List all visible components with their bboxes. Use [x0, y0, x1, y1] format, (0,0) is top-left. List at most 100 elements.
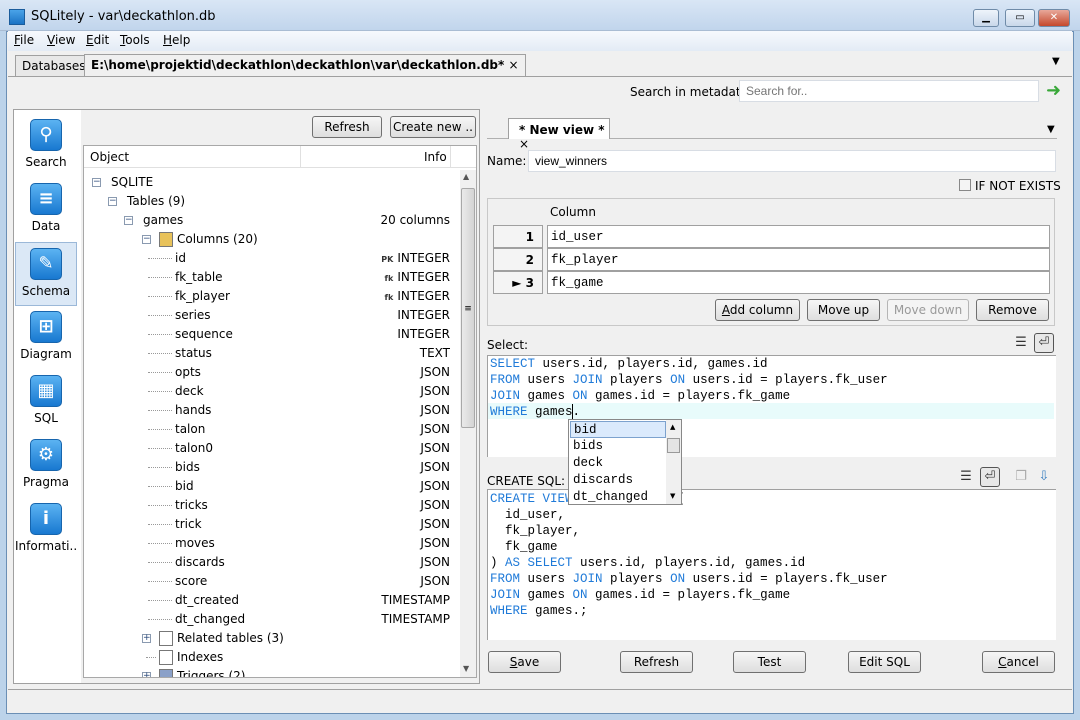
sidebar-item-informati[interactable]: i Informati.. [15, 498, 77, 562]
row-number[interactable]: 1 [493, 225, 543, 248]
autocomplete-item[interactable]: dt_changed [570, 489, 666, 506]
menu-edit[interactable]: Edit [86, 33, 109, 47]
tree-row[interactable]: series INTEGER [84, 306, 462, 325]
autocomplete-item[interactable]: deck [570, 455, 666, 472]
editor-tabs-dropdown-icon[interactable]: ▼ [1047, 124, 1055, 135]
tab-databases[interactable]: Databases [15, 55, 93, 77]
sidebar-item-schema[interactable]: ✎ Schema [15, 242, 77, 306]
tree-row[interactable]: sequence INTEGER [84, 325, 462, 344]
maximize-button[interactable]: ▭ [1005, 9, 1035, 27]
autocomplete-scrollbar[interactable]: ▲ ▼ [666, 420, 681, 504]
create-new-button[interactable]: Create new .. [390, 116, 476, 138]
column-type: TIMESTAMP [381, 612, 450, 626]
tree-row[interactable]: fk_table fk INTEGER [84, 268, 462, 287]
save-button[interactable]: Save [488, 651, 561, 673]
refresh-button[interactable]: Refresh [620, 651, 693, 673]
refresh-schema-button[interactable]: Refresh [312, 116, 382, 138]
tree-row[interactable]: Indexes [84, 648, 462, 667]
tree-row[interactable]: dt_changed TIMESTAMP [84, 610, 462, 629]
line-numbers-icon[interactable]: ☰ [1011, 333, 1031, 353]
tab-new-view[interactable]: * New view * × [508, 118, 610, 151]
tree-row[interactable]: id PK INTEGER [84, 249, 462, 268]
sidebar-item-search[interactable]: ⚲ Search [15, 114, 77, 178]
cancel-button[interactable]: Cancel [982, 651, 1055, 673]
autocomplete-item[interactable]: discards [570, 472, 666, 489]
expand-toggle-icon[interactable]: − [142, 235, 151, 244]
tree-item-info: TIMESTAMP [381, 593, 450, 607]
copy-icon[interactable]: ❐ [1011, 467, 1031, 487]
tree-row[interactable]: talon0 JSON [84, 439, 462, 458]
tree-row[interactable]: − SQLITE [84, 173, 462, 192]
sidebar-item-sql[interactable]: ▦ SQL [15, 370, 77, 434]
tree-row[interactable]: − Columns (20) [84, 230, 462, 249]
tabs-dropdown-icon[interactable]: ▼ [1052, 56, 1060, 67]
tree-row[interactable]: moves JSON [84, 534, 462, 553]
schema-tree[interactable]: Object Info − SQLITE − Tables (9) − games 20 c… [83, 145, 477, 678]
sidebar-item-pragma[interactable]: ⚙ Pragma [15, 434, 77, 498]
sidebar-item-data[interactable]: ≡ Data [15, 178, 77, 242]
menu-file[interactable]: File [14, 33, 34, 47]
scroll-down-icon[interactable]: ▼ [670, 492, 675, 500]
edit-sql-button[interactable]: Edit SQL [848, 651, 921, 673]
save-sql-icon[interactable]: ⇩ [1034, 467, 1054, 487]
column-name-cell[interactable]: fk_game [547, 271, 1050, 294]
remove-button[interactable]: Remove [976, 299, 1049, 321]
column-name-cell[interactable]: fk_player [547, 248, 1050, 271]
tree-row[interactable]: dt_created TIMESTAMP [84, 591, 462, 610]
menu-help[interactable]: Help [163, 33, 190, 47]
tree-scrollbar[interactable]: ▲ ≡ ▼ [460, 170, 476, 677]
search-go-icon[interactable]: ➜ [1046, 80, 1061, 101]
expand-toggle-icon[interactable]: − [92, 178, 101, 187]
close-tab-icon[interactable]: × [519, 137, 529, 151]
close-tab-icon[interactable]: × [508, 58, 518, 72]
tree-row[interactable]: status TEXT [84, 344, 462, 363]
autocomplete-item[interactable]: bids [570, 438, 666, 455]
expand-toggle-icon[interactable]: − [124, 216, 133, 225]
menu-view[interactable]: View [47, 33, 75, 47]
tree-row[interactable]: + Triggers (2) [84, 667, 462, 677]
scroll-up-icon[interactable]: ▲ [670, 423, 675, 431]
tab-database-file[interactable]: E:\home\projektid\deckathlon\deckathlon\… [84, 54, 526, 77]
tree-row[interactable]: − games 20 columns [84, 211, 462, 230]
close-button[interactable]: ✕ [1038, 9, 1070, 27]
tree-row[interactable]: hands JSON [84, 401, 462, 420]
tree-row[interactable]: + Related tables (3) [84, 629, 462, 648]
view-name-input[interactable] [528, 150, 1056, 172]
sidebar-item-diagram[interactable]: ⊞ Diagram [15, 306, 77, 370]
move-up-button[interactable]: Move up [807, 299, 880, 321]
autocomplete-popup[interactable]: bid bids deck discards dt_changed ▲ ▼ [568, 419, 682, 505]
expand-toggle-icon[interactable]: + [142, 672, 151, 677]
add-column-button[interactable]: Add column [715, 299, 800, 321]
row-number[interactable]: ► 3 [493, 271, 543, 294]
scroll-down-icon[interactable]: ▼ [463, 664, 469, 673]
tree-row[interactable]: discards JSON [84, 553, 462, 572]
tree-row[interactable]: deck JSON [84, 382, 462, 401]
tree-row[interactable]: bids JSON [84, 458, 462, 477]
tree-row[interactable]: trick JSON [84, 515, 462, 534]
create-sql-editor[interactable]: CREATE VIEW view_winners ( id_user, fk_p… [487, 489, 1056, 640]
tree-row[interactable]: talon JSON [84, 420, 462, 439]
if-not-exists-checkbox[interactable] [959, 179, 971, 191]
tree-row[interactable]: score JSON [84, 572, 462, 591]
search-input[interactable] [739, 80, 1039, 102]
line-numbers-icon[interactable]: ☰ [956, 467, 976, 487]
tree-row[interactable]: tricks JSON [84, 496, 462, 515]
minimize-button[interactable]: ▁ [973, 9, 999, 27]
tree-row[interactable]: opts JSON [84, 363, 462, 382]
test-button[interactable]: Test [733, 651, 806, 673]
autocomplete-item[interactable]: bid [570, 421, 666, 438]
word-wrap-icon[interactable]: ⏎ [1034, 333, 1054, 353]
expand-toggle-icon[interactable]: + [142, 634, 151, 643]
tree-row[interactable]: fk_player fk INTEGER [84, 287, 462, 306]
tree-row[interactable]: bid JSON [84, 477, 462, 496]
scroll-thumb[interactable] [667, 438, 680, 453]
row-number[interactable]: 2 [493, 248, 543, 271]
scroll-up-icon[interactable]: ▲ [463, 172, 469, 181]
word-wrap-icon[interactable]: ⏎ [980, 467, 1000, 487]
tree-row[interactable]: − Tables (9) [84, 192, 462, 211]
scroll-thumb[interactable]: ≡ [461, 188, 475, 428]
expand-toggle-icon[interactable]: − [108, 197, 117, 206]
menu-tools[interactable]: Tools [120, 33, 150, 47]
column-type: JSON [420, 403, 450, 417]
column-name-cell[interactable]: id_user [547, 225, 1050, 248]
